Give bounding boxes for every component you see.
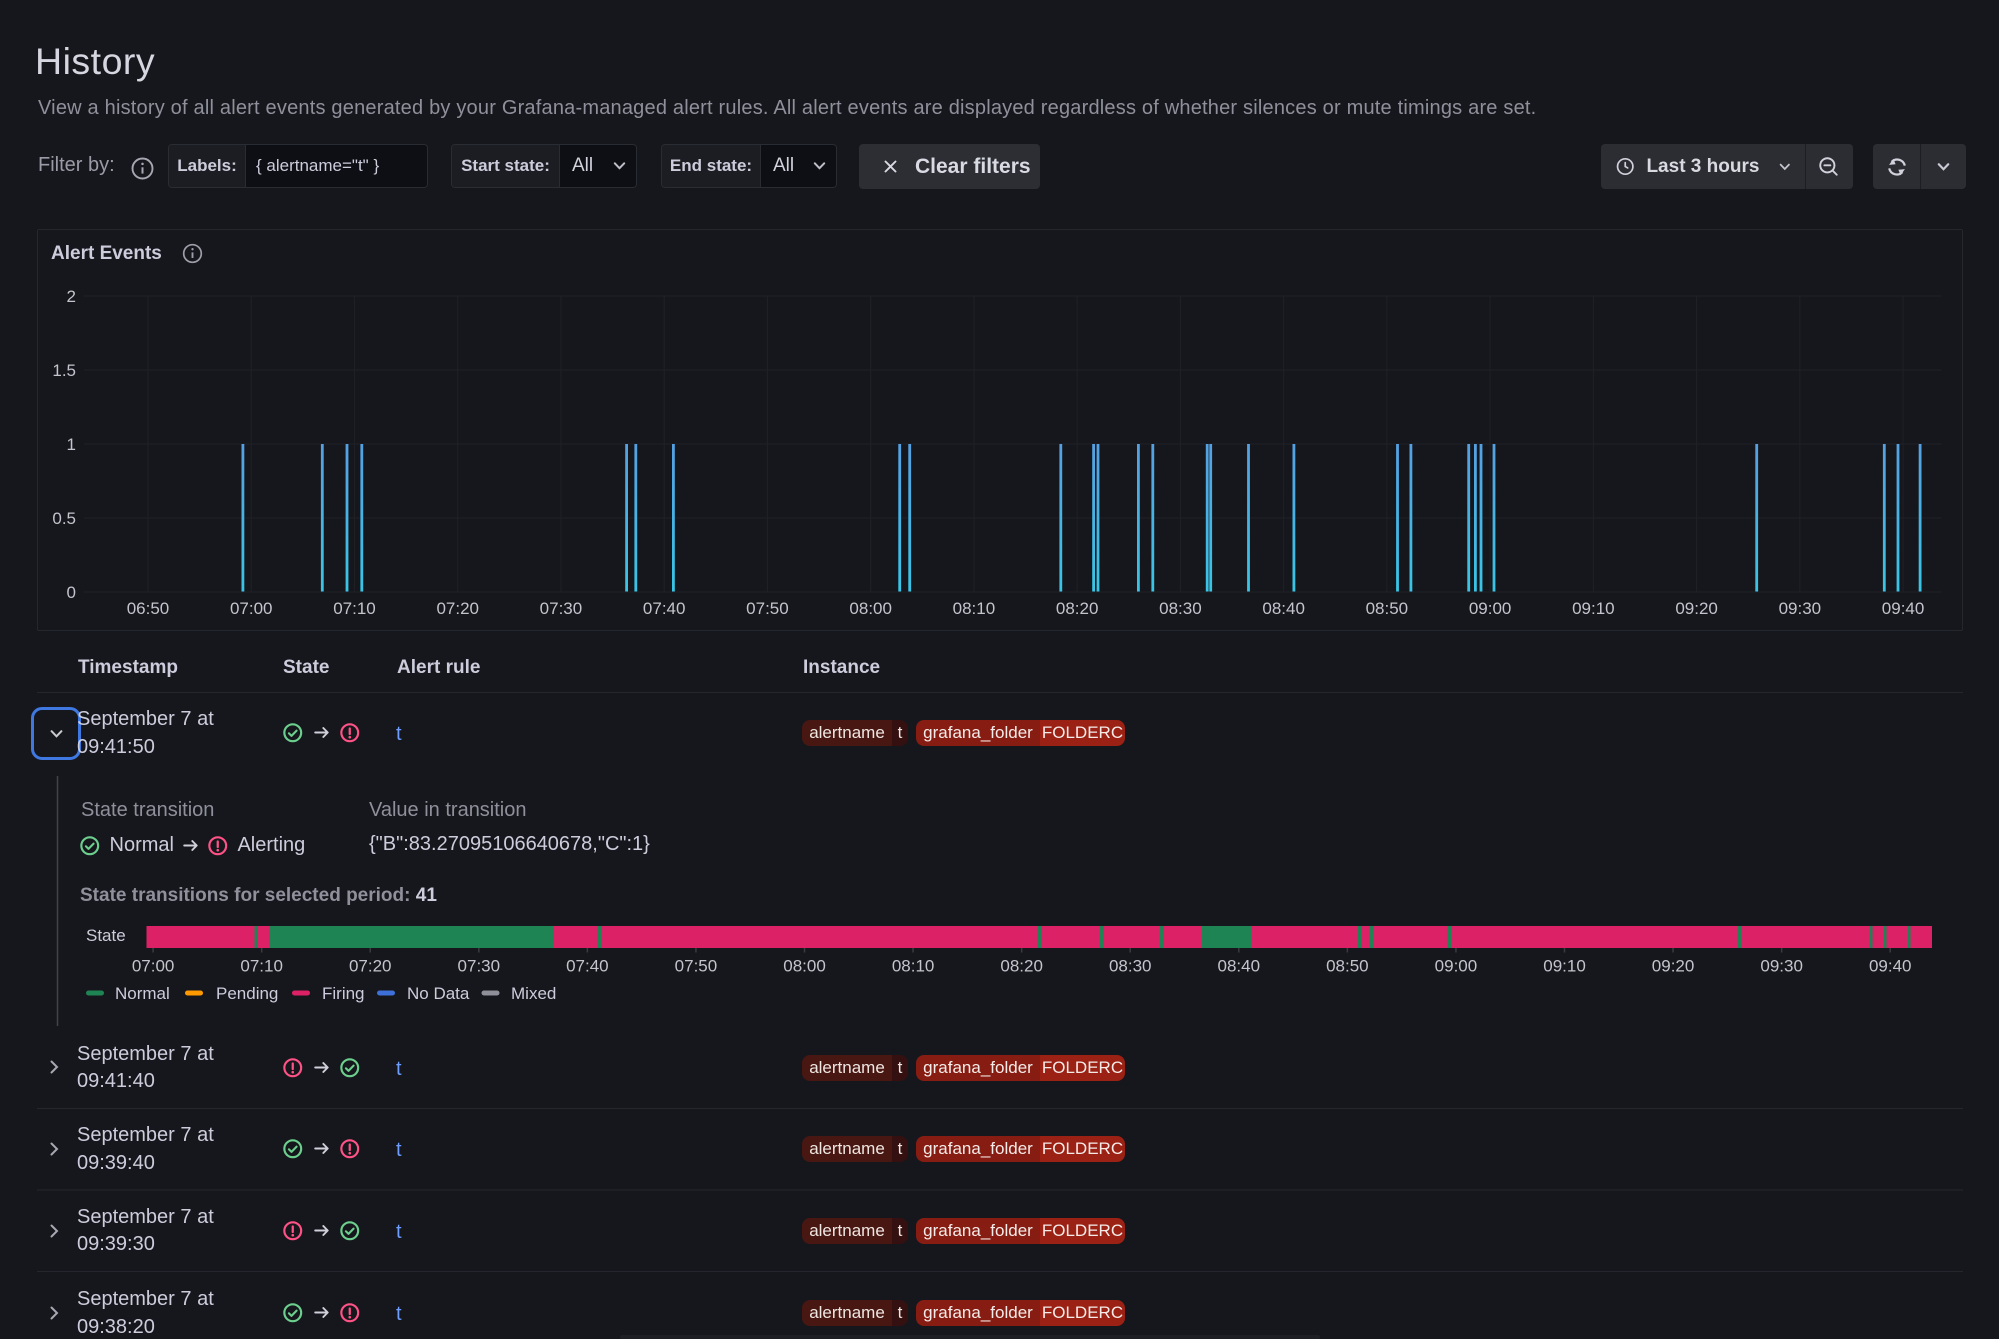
svg-text:07:20: 07:20: [349, 956, 392, 975]
svg-text:07:30: 07:30: [458, 956, 501, 975]
svg-text:09:20: 09:20: [1652, 956, 1695, 975]
svg-text:09:00: 09:00: [1435, 956, 1478, 975]
svg-text:08:00: 08:00: [783, 956, 826, 975]
svg-text:09:10: 09:10: [1543, 956, 1586, 975]
svg-text:08:40: 08:40: [1218, 956, 1261, 975]
svg-text:07:50: 07:50: [675, 956, 718, 975]
svg-text:09:40: 09:40: [1869, 956, 1912, 975]
svg-text:07:40: 07:40: [566, 956, 609, 975]
svg-text:07:10: 07:10: [240, 956, 283, 975]
svg-text:08:20: 08:20: [1000, 956, 1043, 975]
svg-text:08:30: 08:30: [1109, 956, 1152, 975]
svg-text:08:50: 08:50: [1326, 956, 1369, 975]
svg-text:07:00: 07:00: [132, 956, 175, 975]
svg-text:09:30: 09:30: [1760, 956, 1803, 975]
svg-text:08:10: 08:10: [892, 956, 935, 975]
